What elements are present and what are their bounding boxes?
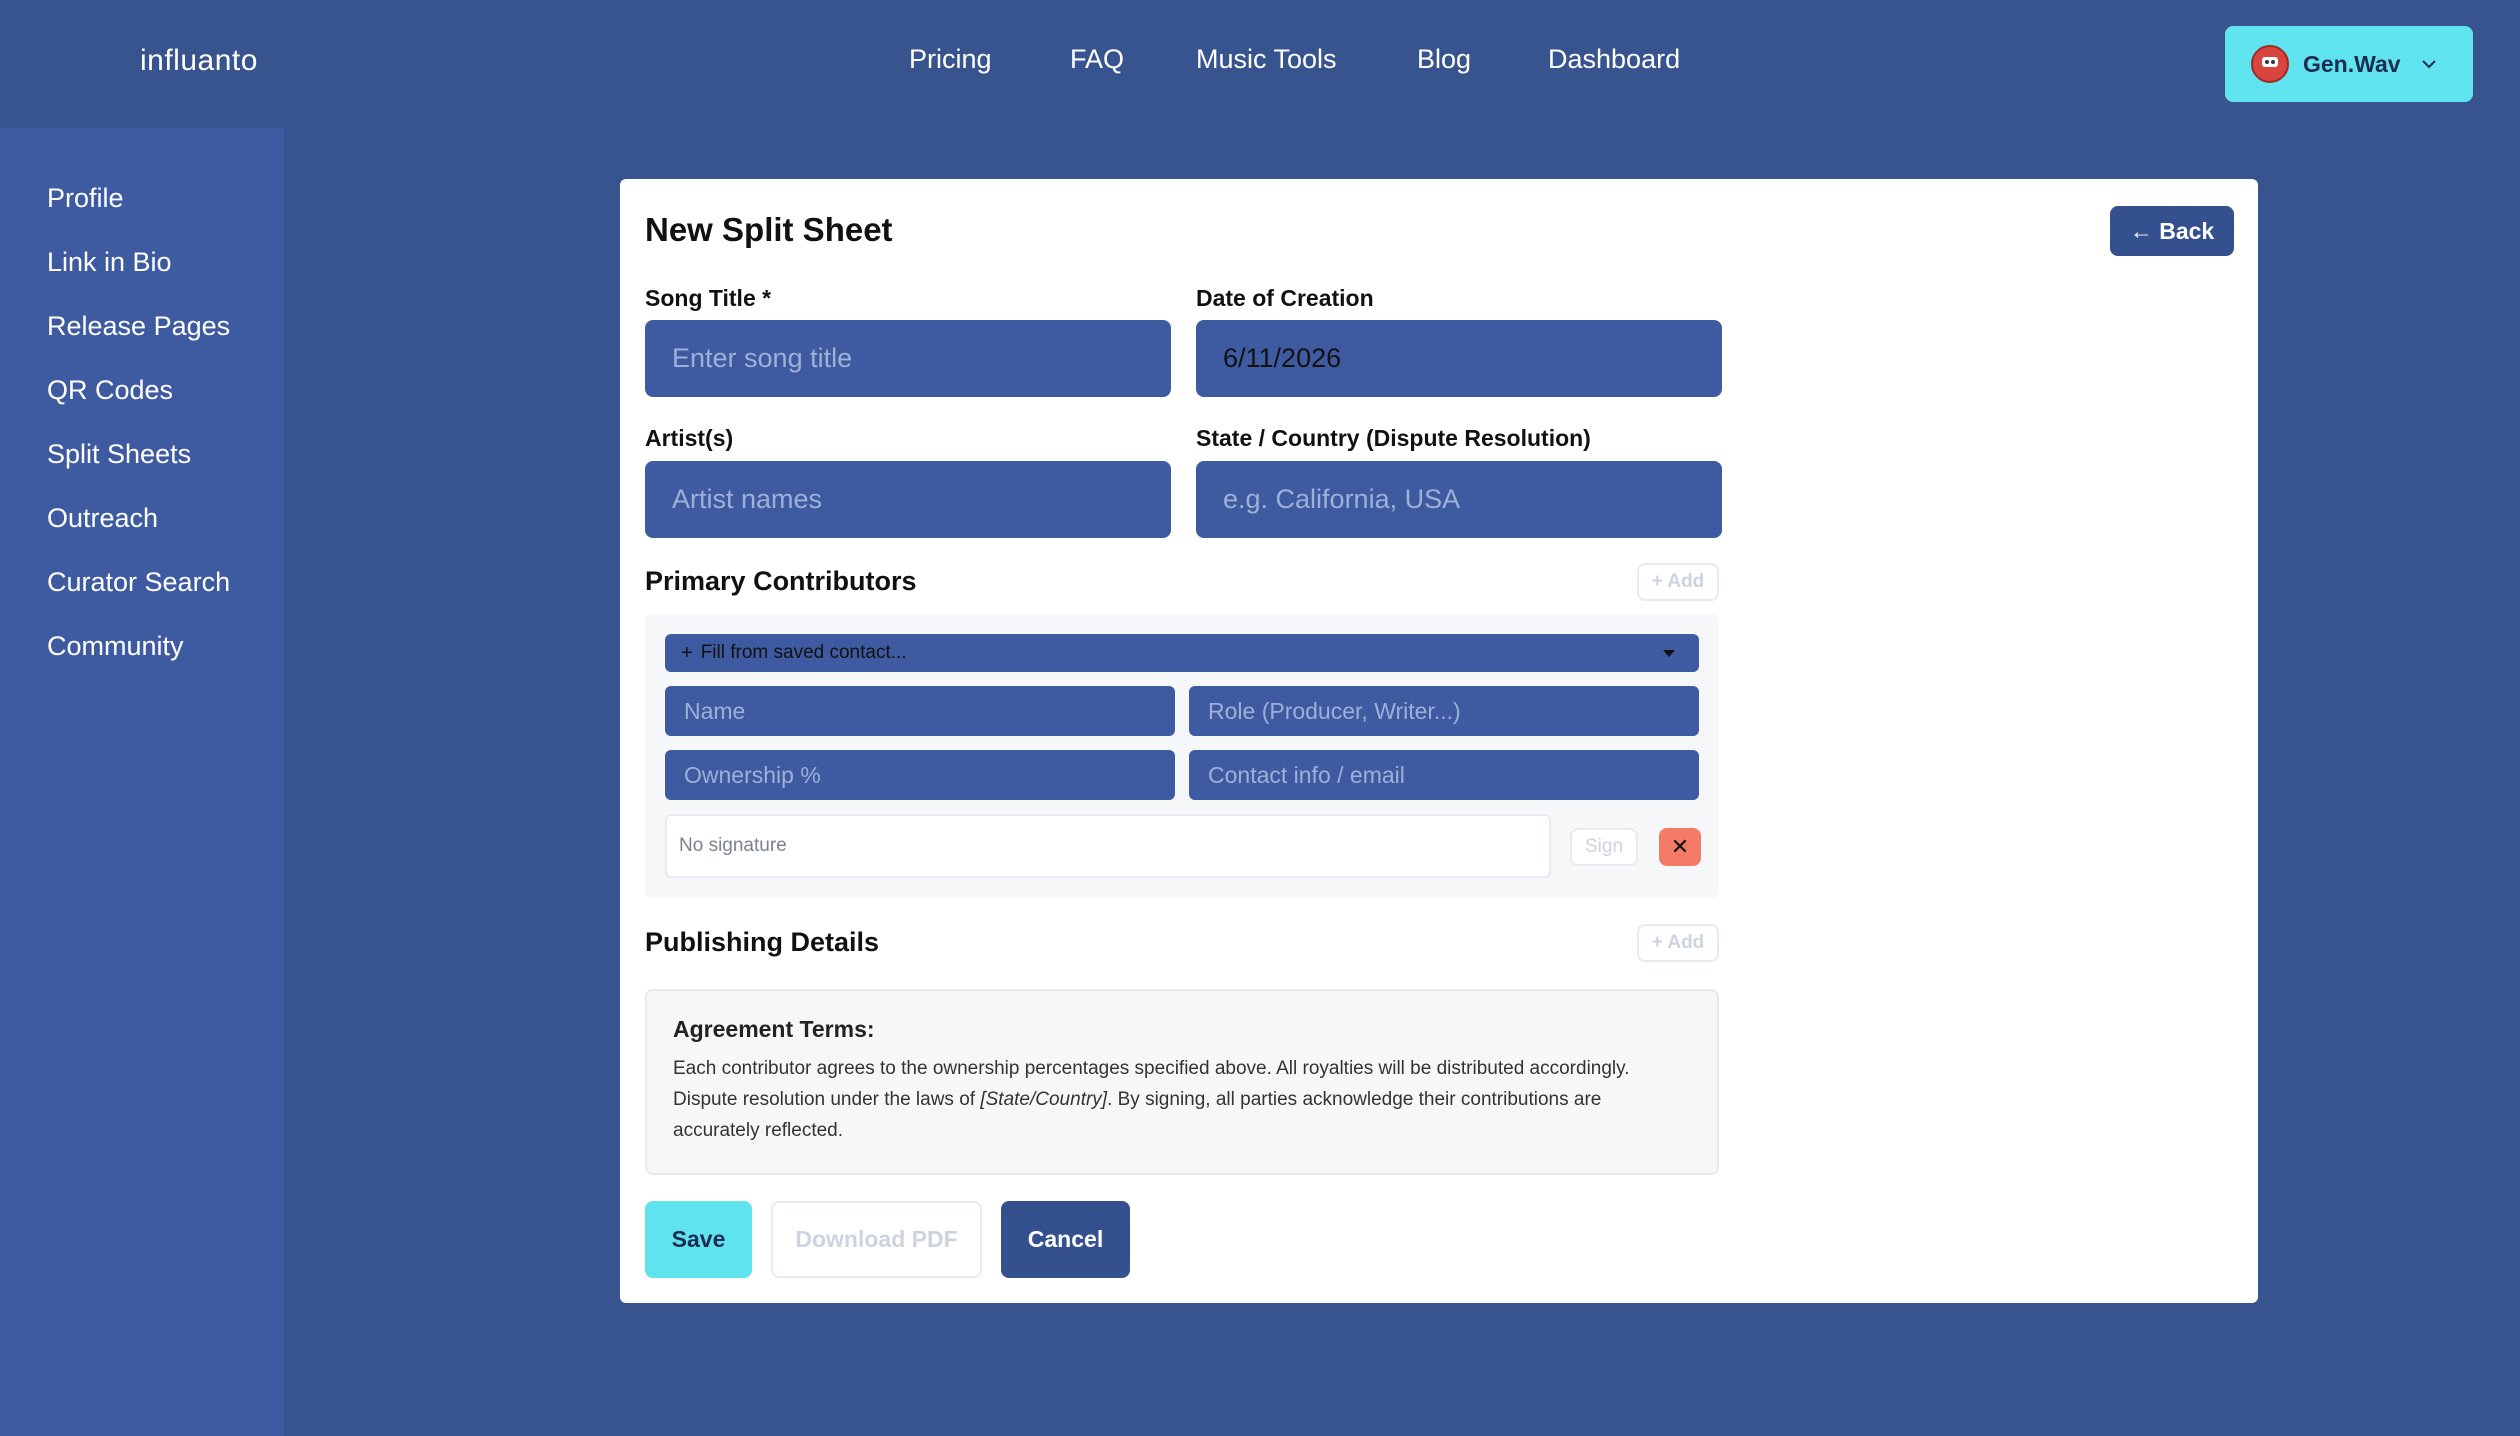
top-navigation-bar: influanto Pricing FAQ Music Tools Blog D… — [0, 0, 2520, 128]
contributor-entry: + Fill from saved contact... Name Role (… — [645, 614, 1719, 898]
user-name: Gen.Wav — [2303, 50, 2401, 77]
date-input[interactable]: 6/11/2026 — [1196, 320, 1722, 397]
saved-contact-select[interactable]: + Fill from saved contact... — [665, 634, 1699, 672]
publishing-details-heading: Publishing Details — [645, 927, 880, 957]
close-icon: ✕ — [1670, 834, 1690, 859]
signature-field[interactable]: No signature — [665, 814, 1551, 878]
contributor-role-input[interactable]: Role (Producer, Writer...) — [1189, 686, 1699, 736]
agreement-terms-text: Each contributor agrees to the ownership… — [673, 1058, 1630, 1141]
nav-dashboard[interactable]: Dashboard — [1548, 44, 1680, 75]
nav-blog[interactable]: Blog — [1417, 44, 1471, 75]
contributor-name-input[interactable]: Name — [665, 686, 1175, 736]
artists-label: Artist(s) — [645, 425, 734, 451]
split-sheet-card: New Split Sheet ← Back Song Title * Ente… — [620, 179, 2258, 1303]
main-nav: Pricing FAQ Music Tools Blog Dashboard — [0, 44, 2520, 84]
add-publisher-button[interactable]: + Add — [1637, 924, 1719, 962]
contributor-ownership-input[interactable]: Ownership % — [665, 750, 1175, 800]
avatar-icon — [2251, 45, 2289, 83]
saved-contact-label: Fill from saved contact... — [700, 642, 907, 663]
sidebar-item-curator-search[interactable]: Curator Search — [47, 567, 230, 598]
sidebar-item-outreach[interactable]: Outreach — [47, 503, 158, 534]
sidebar-item-link-in-bio[interactable]: Link in Bio — [47, 247, 172, 278]
nav-pricing[interactable]: Pricing — [909, 44, 992, 75]
sidebar-item-release-pages[interactable]: Release Pages — [47, 311, 230, 342]
nav-faq[interactable]: FAQ — [1070, 44, 1124, 75]
download-pdf-button[interactable]: Download PDF — [771, 1201, 982, 1278]
remove-contributor-button[interactable]: ✕ — [1659, 828, 1701, 866]
plus-icon: + — [681, 641, 693, 664]
nav-music-tools[interactable]: Music Tools — [1196, 44, 1337, 75]
primary-contributors-heading: Primary Contributors — [645, 566, 917, 596]
state-country-placeholder: [State/Country] — [980, 1089, 1108, 1110]
sidebar-item-qr-codes[interactable]: QR Codes — [47, 375, 173, 406]
sidebar-item-community[interactable]: Community — [47, 631, 184, 662]
song-title-label: Song Title * — [645, 285, 772, 311]
agreement-terms-title: Agreement Terms: — [673, 1016, 875, 1042]
sign-button[interactable]: Sign — [1570, 828, 1638, 866]
sidebar-item-profile[interactable]: Profile — [47, 183, 124, 214]
state-country-label: State / Country (Dispute Resolution) — [1196, 425, 1591, 451]
agreement-terms-box: Agreement Terms: Each contributor agrees… — [645, 989, 1719, 1175]
date-label: Date of Creation — [1196, 285, 1374, 311]
page-title: New Split Sheet — [645, 211, 893, 248]
contributor-contact-input[interactable]: Contact info / email — [1189, 750, 1699, 800]
chevron-down-icon — [2421, 60, 2436, 69]
state-country-input[interactable]: e.g. California, USA — [1196, 461, 1722, 538]
cancel-button[interactable]: Cancel — [1001, 1201, 1130, 1278]
sidebar: Profile Link in Bio Release Pages QR Cod… — [0, 128, 284, 1436]
add-contributor-button[interactable]: + Add — [1637, 563, 1719, 601]
save-button[interactable]: Save — [645, 1201, 752, 1278]
song-title-input[interactable]: Enter song title — [645, 320, 1171, 397]
dropdown-caret-icon — [1663, 650, 1675, 657]
sidebar-item-split-sheets[interactable]: Split Sheets — [47, 439, 191, 470]
artists-input[interactable]: Artist names — [645, 461, 1171, 538]
user-menu-button[interactable]: Gen.Wav — [2225, 26, 2473, 102]
back-button[interactable]: ← Back — [2110, 206, 2234, 256]
